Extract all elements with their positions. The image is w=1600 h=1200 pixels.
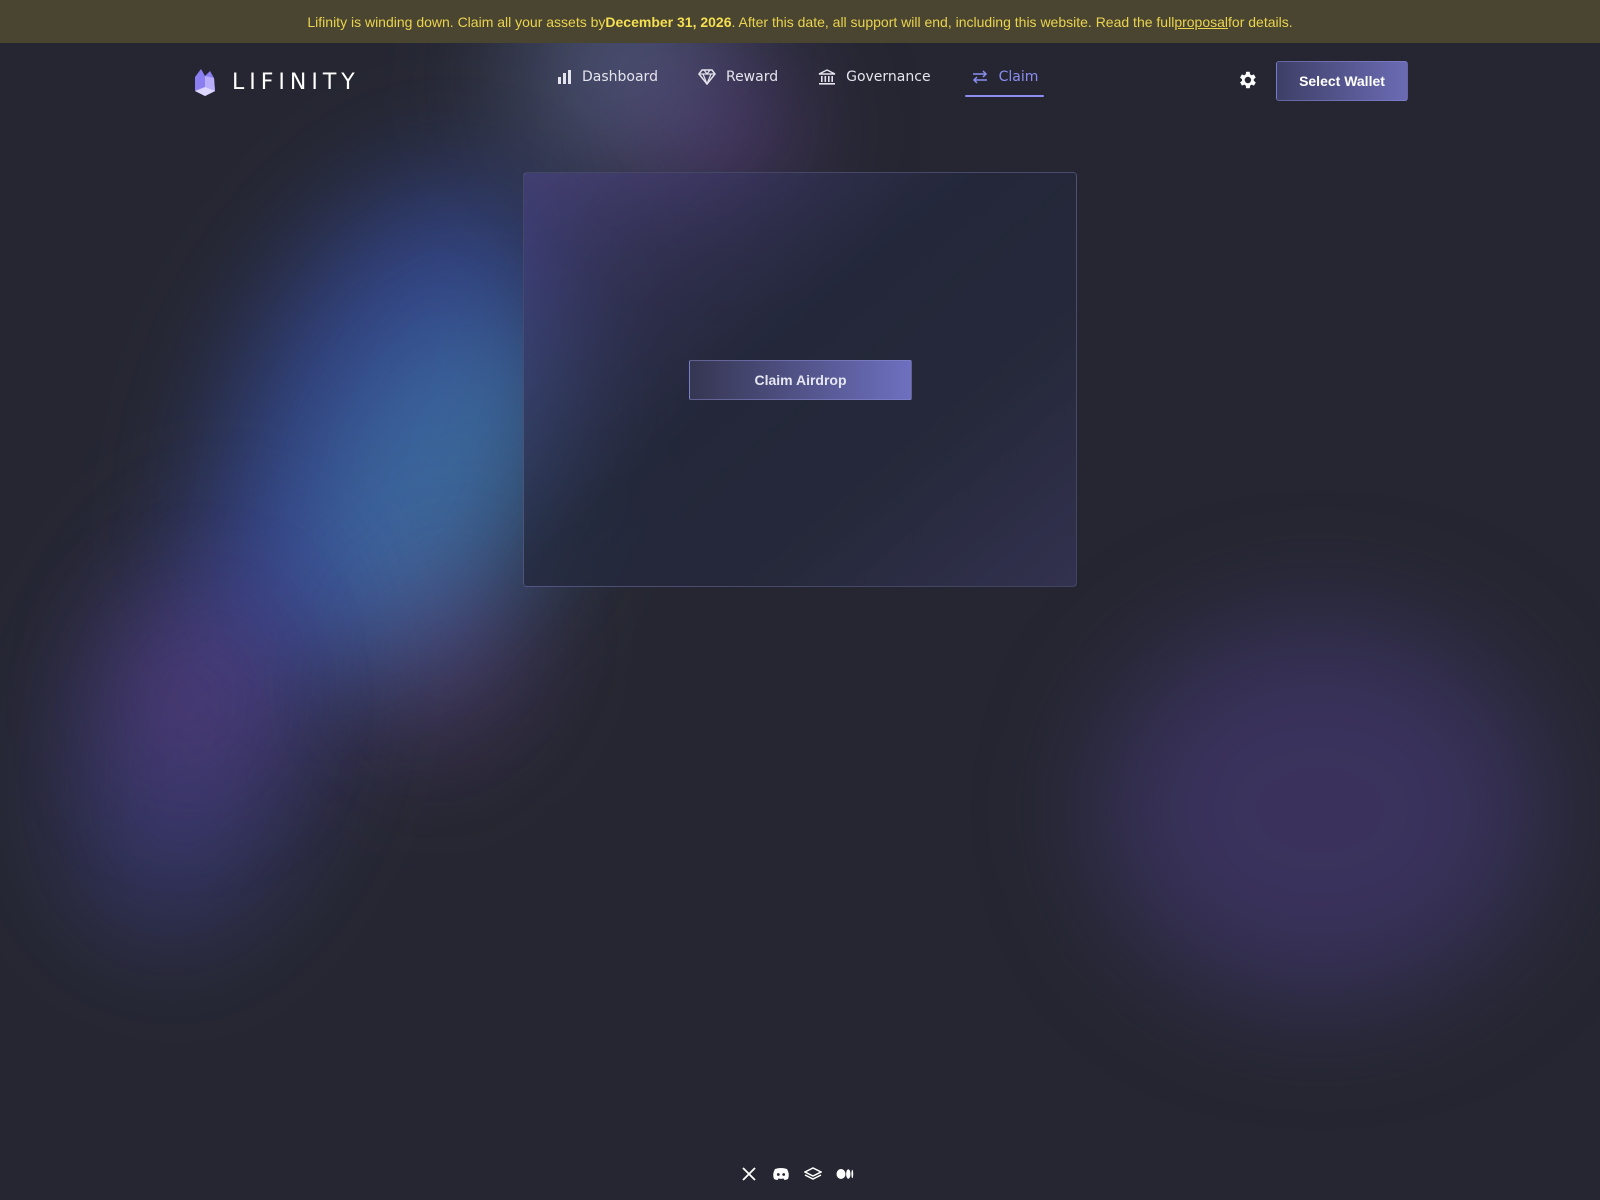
shutdown-banner: Lifinity is winding down. Claim all your… bbox=[0, 0, 1600, 43]
swap-arrows-icon bbox=[972, 70, 987, 84]
nav-reward-label: Reward bbox=[725, 69, 779, 85]
nav-dashboard[interactable]: Dashboard bbox=[550, 57, 664, 97]
claim-card: Claim Airdrop bbox=[523, 172, 1077, 587]
diamond-icon bbox=[698, 69, 716, 85]
gitbook-link[interactable] bbox=[804, 1165, 822, 1183]
discord-link[interactable] bbox=[772, 1165, 790, 1183]
lifinity-logo-icon bbox=[195, 69, 215, 96]
gitbook-icon bbox=[804, 1167, 822, 1180]
nav-governance[interactable]: Governance bbox=[812, 57, 936, 97]
nav-dashboard-label: Dashboard bbox=[582, 69, 658, 85]
banner-date: December 31, 2026 bbox=[605, 13, 732, 30]
nav-reward[interactable]: Reward bbox=[692, 57, 784, 97]
banner-text-middle: . After this date, all support will end,… bbox=[731, 13, 1175, 30]
bar-chart-icon bbox=[558, 70, 571, 84]
medium-icon bbox=[836, 1169, 854, 1179]
bank-icon bbox=[818, 69, 836, 85]
x-twitter-icon bbox=[742, 1167, 756, 1181]
gear-icon bbox=[1240, 71, 1256, 89]
logo[interactable]: LIFINITY bbox=[192, 67, 360, 97]
main-nav: Dashboard Reward Governance Claim bbox=[550, 57, 1072, 97]
banner-text-after: for details. bbox=[1228, 13, 1293, 30]
nav-governance-label: Governance bbox=[846, 69, 931, 85]
medium-link[interactable] bbox=[836, 1165, 854, 1183]
settings-button[interactable] bbox=[1236, 69, 1258, 95]
claim-airdrop-button[interactable]: Claim Airdrop bbox=[689, 360, 912, 400]
nav-claim-label: Claim bbox=[998, 69, 1039, 85]
nav-claim[interactable]: Claim bbox=[964, 57, 1045, 97]
banner-text-before: Lifinity is winding down. Claim all your… bbox=[307, 13, 606, 30]
x-twitter-link[interactable] bbox=[740, 1165, 758, 1183]
select-wallet-button[interactable]: Select Wallet bbox=[1276, 61, 1408, 101]
logo-text: LIFINITY bbox=[232, 69, 360, 95]
header: LIFINITY Dashboard Reward Governance Cla… bbox=[0, 43, 1600, 123]
proposal-link[interactable]: proposal bbox=[1174, 14, 1228, 30]
discord-icon bbox=[773, 1168, 789, 1180]
social-footer bbox=[740, 1165, 854, 1183]
